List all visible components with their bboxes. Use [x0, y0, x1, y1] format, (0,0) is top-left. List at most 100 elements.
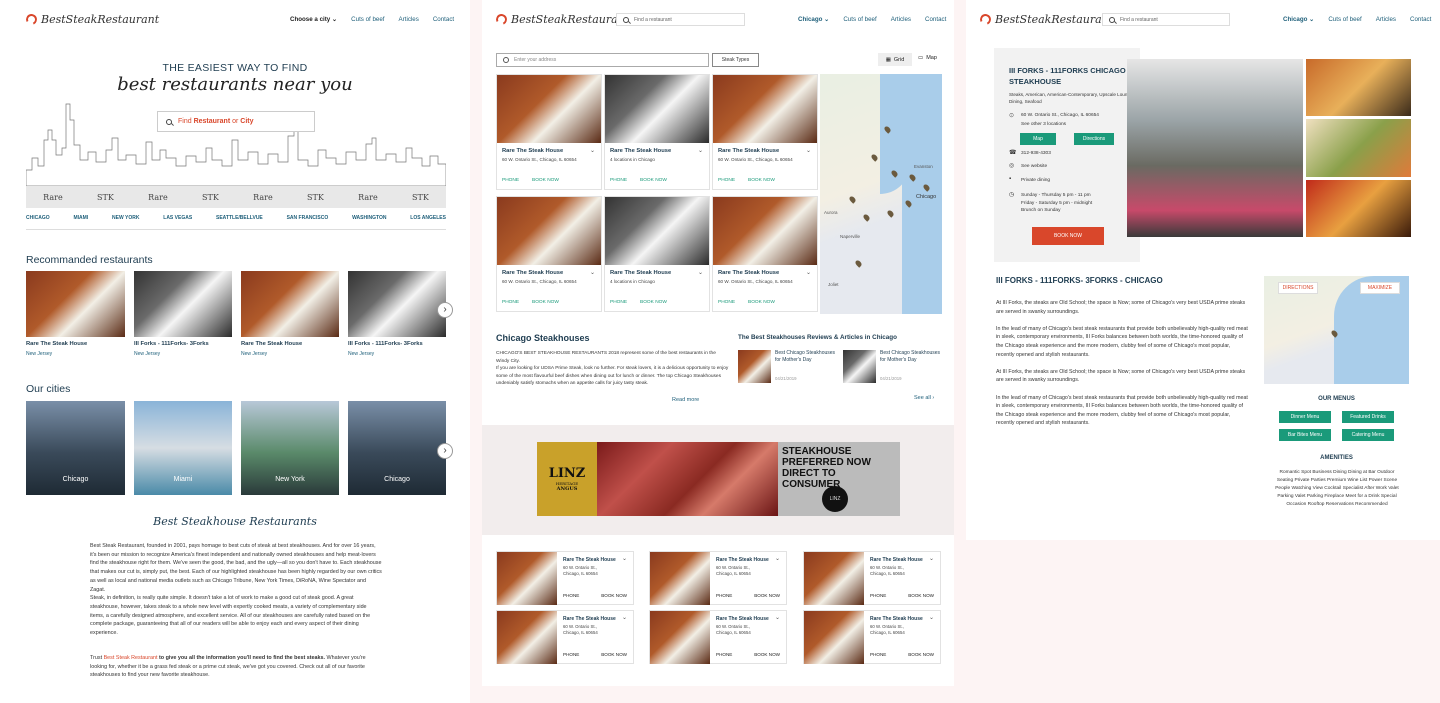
other-locations-link[interactable]: See other 3 locations [1021, 122, 1066, 127]
nav-contact[interactable]: Contact [925, 16, 946, 23]
city-card[interactable]: Chicago [348, 401, 446, 495]
website-link[interactable]: See website [1021, 164, 1047, 169]
nav-contact[interactable]: Contact [433, 16, 454, 23]
phone-link[interactable]: PHONE [870, 652, 886, 657]
phone-number[interactable]: 312-938-4303 [1021, 151, 1051, 156]
restaurant-name[interactable]: Rare The Steak House [26, 341, 87, 347]
gallery-photo[interactable] [1306, 59, 1411, 117]
map-pin[interactable] [848, 195, 857, 204]
book-now-link[interactable]: BOOK NOW [532, 300, 559, 305]
brand-logo[interactable]: BestSteakRestaurant [24, 12, 159, 27]
phone-link[interactable]: PHONE [716, 593, 732, 598]
map-button[interactable]: Map [1020, 133, 1056, 145]
city-link[interactable]: CHICAGO [26, 215, 50, 221]
restaurant-name[interactable]: III Forks - 111Forks- 3Forks [134, 341, 209, 347]
bar-bites-menu-button[interactable]: Bar Bites Menu [1279, 429, 1331, 441]
restaurant-name[interactable]: Rare The Steak House [241, 341, 302, 347]
featured-drinks-button[interactable]: Featured Drinks [1342, 411, 1394, 423]
restaurant-photo[interactable] [241, 271, 339, 337]
phone-link[interactable]: PHONE [716, 652, 732, 657]
city-link[interactable]: SEATTLE/BELLVUE [216, 215, 263, 221]
directions-button[interactable]: Directions [1074, 133, 1114, 145]
nav-cuts-of-beef[interactable]: Cuts of beef [843, 16, 876, 23]
city-link[interactable]: SAN FRANCISCO [287, 215, 329, 221]
nav-articles[interactable]: Articles [891, 16, 911, 23]
phone-link[interactable]: PHONE [870, 593, 886, 598]
brand-logo[interactable]: BestSteakRestaurant [978, 12, 1113, 27]
city-link[interactable]: NEW YORK [112, 215, 139, 221]
book-now-link[interactable]: BOOK NOW [754, 652, 780, 657]
read-more-link[interactable]: Read more [672, 397, 699, 403]
article-title[interactable]: Best Chicago Steakhouses for Mother's Da… [775, 350, 837, 363]
city-link[interactable]: LOS ANGELES [410, 215, 446, 221]
book-now-link[interactable]: BOOK NOW [748, 178, 775, 183]
restaurant-card[interactable]: Rare The Steak House ⌄ 4 locations in Chic… [604, 196, 710, 312]
phone-link[interactable]: PHONE [563, 593, 579, 598]
city-card[interactable]: Chicago [26, 401, 125, 495]
restaurant-card[interactable]: Rare The Steak House ⌄ 60 W. Ontario St., … [496, 196, 602, 312]
advertisement-banner[interactable]: LINZ HERITAGE ANGUS STEAKHOUSE PREFERRED… [537, 442, 900, 516]
map-pin[interactable] [870, 153, 879, 162]
mini-restaurant-card[interactable]: Rare The Steak House ⌄ 60 W. Ontario St., … [496, 610, 634, 664]
book-now-link[interactable]: BOOK NOW [601, 593, 627, 598]
carousel-next-button[interactable]: › [437, 302, 453, 318]
brand-logo[interactable]: BestSteakRestaurant [494, 12, 629, 27]
phone-link[interactable]: PHONE [610, 178, 627, 183]
nav-articles[interactable]: Articles [1376, 16, 1396, 23]
phone-link[interactable]: PHONE [502, 300, 519, 305]
book-now-link[interactable]: BOOK NOW [748, 300, 775, 305]
article-thumbnail[interactable] [738, 350, 771, 383]
article-title[interactable]: Best Chicago Steakhouses for Mother's Da… [880, 350, 942, 363]
catering-menu-button[interactable]: Catering Menu [1342, 429, 1394, 441]
book-now-link[interactable]: BOOK NOW [754, 593, 780, 598]
restaurant-photo[interactable] [348, 271, 446, 337]
map-maximize-button[interactable]: MAXIMIZE [1360, 282, 1400, 294]
address-input[interactable]: Enter your address [496, 53, 709, 67]
mini-restaurant-card[interactable]: Rare The Steak House ⌄ 60 W. Ontario St., … [803, 610, 941, 664]
restaurant-name[interactable]: III Forks - 111Forks- 3Forks [348, 341, 423, 347]
book-now-link[interactable]: BOOK NOW [532, 178, 559, 183]
see-all-link[interactable]: See all › [914, 395, 934, 401]
nav-contact[interactable]: Contact [1410, 16, 1431, 23]
book-now-link[interactable]: BOOK NOW [640, 178, 667, 183]
phone-link[interactable]: PHONE [502, 178, 519, 183]
gallery-photo[interactable] [1306, 179, 1411, 237]
restaurant-photo[interactable] [26, 271, 125, 337]
gallery-photo[interactable] [1127, 59, 1303, 237]
hero-search-input[interactable]: Find Restaurant or City [157, 111, 315, 132]
map-pin[interactable] [886, 209, 895, 218]
map-pin[interactable] [854, 259, 863, 268]
book-now-button[interactable]: BOOK NOW [1032, 227, 1104, 245]
phone-link[interactable]: PHONE [610, 300, 627, 305]
restaurant-photo[interactable] [134, 271, 232, 337]
nav-city[interactable]: Chicago ⌄ [1283, 16, 1314, 23]
restaurant-card[interactable]: Rare The Steak House ⌄ 60 W. Ontario St., … [712, 74, 818, 190]
location-map[interactable]: DIRECTIONS MAXIMIZE [1264, 276, 1409, 384]
restaurant-card[interactable]: Rare The Steak House ⌄ 60 W. Ontario St., … [712, 196, 818, 312]
map-view-toggle[interactable]: ▭ Map [918, 55, 937, 61]
nav-choose-city[interactable]: Choose a city ⌄ [290, 16, 337, 23]
restaurant-card[interactable]: Rare The Steak House ⌄ 60 W. Ontario St., … [496, 74, 602, 190]
nav-cuts-of-beef[interactable]: Cuts of beef [351, 16, 384, 23]
brand-link[interactable]: Best Steak Restaurant [104, 655, 158, 661]
map-pin[interactable] [862, 213, 871, 222]
book-now-link[interactable]: BOOK NOW [908, 593, 934, 598]
phone-link[interactable]: PHONE [563, 652, 579, 657]
city-card[interactable]: New York [241, 401, 339, 495]
phone-link[interactable]: PHONE [718, 300, 735, 305]
book-now-link[interactable]: BOOK NOW [601, 652, 627, 657]
mini-restaurant-card[interactable]: Rare The Steak House ⌄ 60 W. Ontario St., … [649, 610, 787, 664]
mini-restaurant-card[interactable]: Rare The Steak House ⌄ 60 W. Ontario St., … [649, 551, 787, 605]
results-map[interactable]: Evanston Chicago Aurora Naperville Jolie… [820, 74, 942, 314]
cities-next-button[interactable]: › [437, 443, 453, 459]
nav-city[interactable]: Chicago ⌄ [798, 16, 829, 23]
article-thumbnail[interactable] [843, 350, 876, 383]
city-card[interactable]: Miami [134, 401, 232, 495]
city-link[interactable]: MIAMI [73, 215, 88, 221]
book-now-link[interactable]: BOOK NOW [908, 652, 934, 657]
grid-view-toggle[interactable]: ▦ Grid [878, 53, 912, 66]
restaurant-card[interactable]: Rare The Steak House ⌄ 4 locations in Chic… [604, 74, 710, 190]
gallery-photo[interactable] [1306, 119, 1411, 177]
find-restaurant-input[interactable]: Find a restaurant [616, 13, 745, 26]
steak-types-dropdown[interactable]: Steak Types [712, 53, 759, 67]
